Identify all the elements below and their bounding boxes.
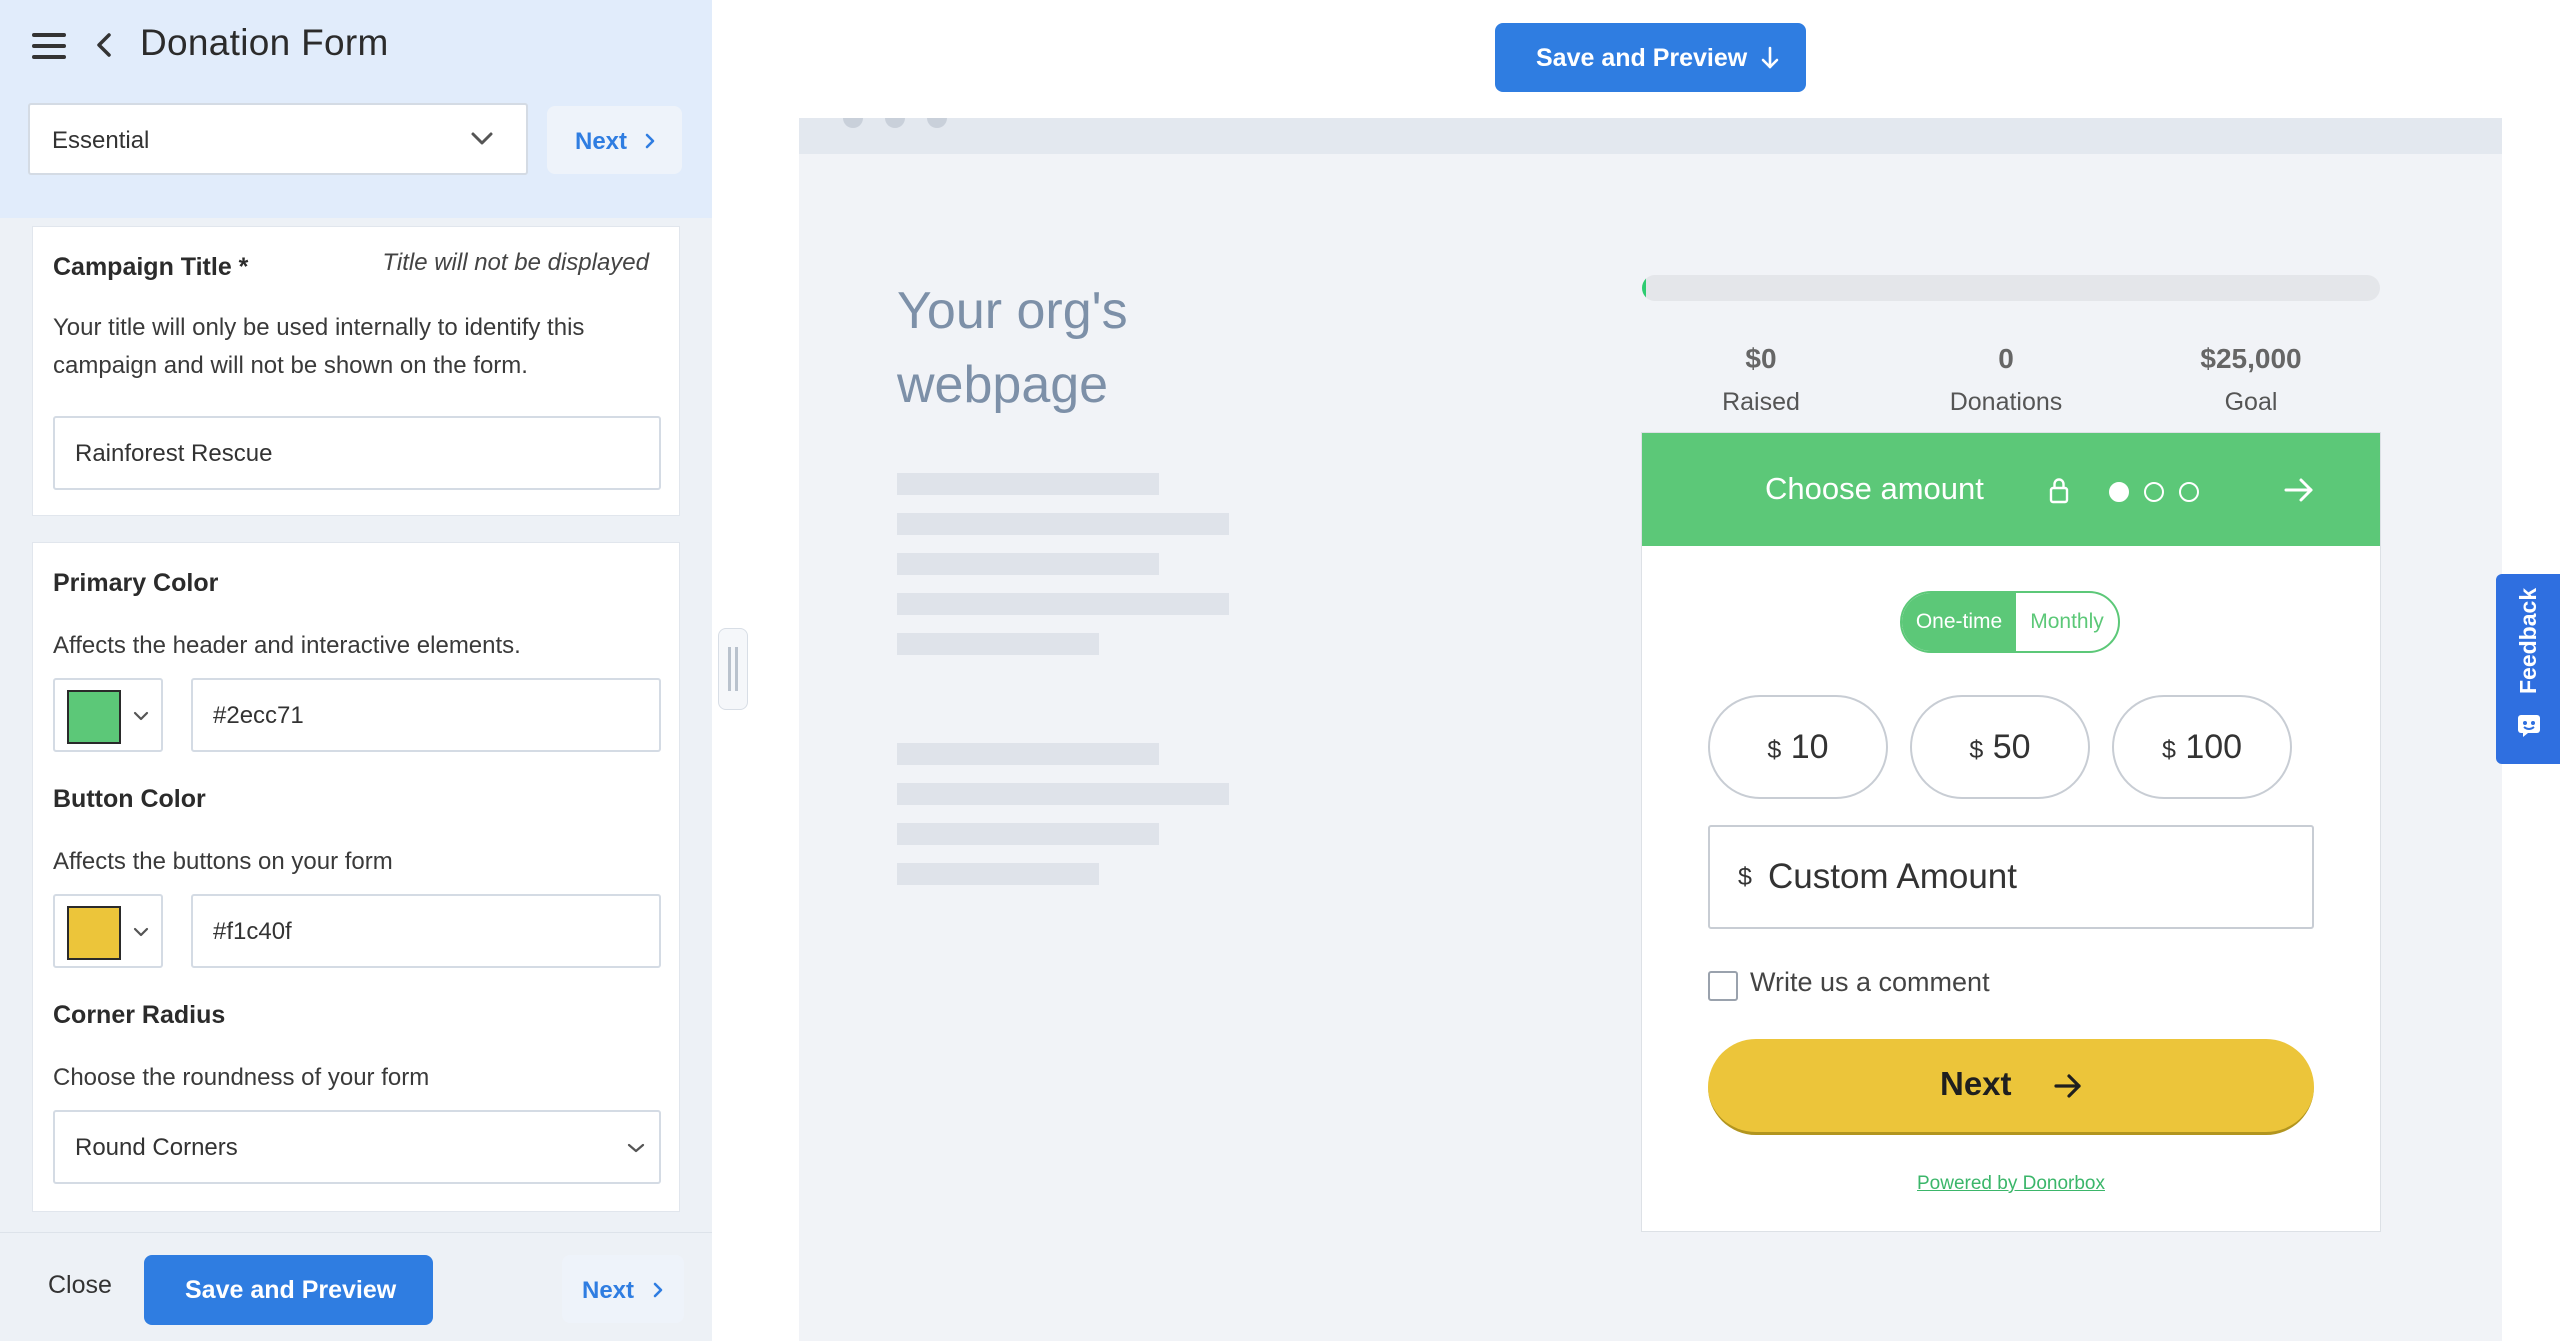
skeleton-line: [897, 633, 1099, 655]
skeleton-line: [897, 473, 1159, 495]
primary-color-input[interactable]: #2ecc71: [191, 678, 661, 752]
preview-browser-frame: Your org's webpage $0 Raised 0 Donations…: [799, 118, 2502, 1341]
chevron-down-icon: [627, 1143, 645, 1153]
button-color-desc: Affects the buttons on your form: [53, 848, 393, 875]
top-save-preview-button[interactable]: Save and Preview: [1495, 23, 1806, 92]
campaign-title-heading: Campaign Title *: [53, 253, 249, 281]
appearance-card: Primary Color Affects the header and int…: [32, 542, 680, 1212]
campaign-title-note: Title will not be displayed: [382, 249, 649, 276]
stat-donations-label: Donations: [1949, 388, 2063, 416]
lock-icon: [2049, 478, 2069, 504]
corner-radius-heading: Corner Radius: [53, 1001, 226, 1029]
button-color-heading: Button Color: [53, 785, 206, 813]
form-step-title: Choose amount: [1765, 471, 1984, 506]
skeleton-line: [897, 513, 1229, 535]
window-dot-icon: [885, 118, 905, 128]
form-next-button[interactable]: Next: [1708, 1039, 2314, 1135]
corner-radius-desc: Choose the roundness of your form: [53, 1064, 430, 1091]
stat-goal-label: Goal: [2224, 388, 2278, 416]
stat-raised-label: Raised: [1722, 388, 1800, 416]
skeleton-line: [897, 863, 1099, 885]
back-chevron-icon[interactable]: [92, 26, 116, 64]
primary-color-desc: Affects the header and interactive eleme…: [53, 632, 521, 659]
top-next-button[interactable]: Next: [547, 106, 682, 174]
corner-radius-select[interactable]: Round Corners: [53, 1110, 661, 1184]
page-title: Donation Form: [140, 22, 389, 63]
arrow-right-icon[interactable]: [2282, 473, 2316, 507]
powered-by-link[interactable]: Powered by Donorbox: [1642, 1173, 2380, 1195]
skeleton-line: [897, 783, 1229, 805]
frequency-one-time[interactable]: One-time: [1902, 593, 2016, 651]
arrow-down-icon: [1761, 46, 1779, 69]
chevron-down-icon: [133, 711, 149, 721]
skeleton-line: [897, 593, 1229, 615]
campaign-title-card: Campaign Title * Title will not be displ…: [32, 226, 680, 516]
plan-select-value: Essential: [52, 127, 150, 154]
custom-amount-input[interactable]: $ Custom Amount: [1708, 825, 2314, 929]
donation-progress-bar: [1642, 275, 2380, 301]
frequency-monthly[interactable]: Monthly: [2016, 593, 2118, 651]
button-color-picker[interactable]: [53, 894, 163, 968]
chevron-down-icon: [471, 132, 493, 145]
form-header: Choose amount: [1642, 433, 2380, 546]
plan-select[interactable]: Essential: [28, 103, 528, 175]
browser-toolbar: [799, 118, 2502, 154]
window-dot-icon: [843, 118, 863, 128]
donation-form: Choose amount One-time Monthly $ 10 $ 50…: [1641, 432, 2381, 1232]
stat-goal-value: $25,000: [2200, 343, 2302, 374]
panel-resize-handle[interactable]: [718, 628, 748, 710]
feedback-icon: [2518, 715, 2540, 737]
comment-checkbox[interactable]: [1708, 971, 1738, 1001]
amount-option-button[interactable]: $ 10: [1708, 695, 1888, 799]
chevron-right-icon: [645, 133, 655, 149]
step-indicator: [2179, 482, 2199, 502]
window-dot-icon: [927, 118, 947, 128]
comment-checkbox-label: Write us a comment: [1750, 967, 1990, 997]
save-preview-button[interactable]: Save and Preview: [144, 1255, 433, 1325]
editor-panel: Donation Form Essential Next Campaign Ti…: [0, 0, 712, 1341]
bottom-next-button[interactable]: Next: [562, 1255, 684, 1323]
custom-amount-placeholder: Custom Amount: [1768, 857, 2017, 896]
frequency-toggle: One-time Monthly: [1900, 591, 2120, 653]
amount-option-button[interactable]: $ 50: [1910, 695, 2090, 799]
campaign-title-desc: Your title will only be used internally …: [53, 314, 585, 379]
close-button[interactable]: Close: [48, 1271, 112, 1300]
editor-header: Donation Form Essential Next: [0, 0, 712, 218]
step-indicator: [2144, 482, 2164, 502]
skeleton-line: [897, 553, 1159, 575]
chevron-down-icon: [133, 927, 149, 937]
button-color-input[interactable]: #f1c40f: [191, 894, 661, 968]
primary-color-swatch: [67, 690, 121, 744]
feedback-tab[interactable]: Feedback: [2496, 574, 2560, 764]
primary-color-picker[interactable]: [53, 678, 163, 752]
step-indicator-active: [2109, 482, 2129, 502]
campaign-title-input[interactable]: Rainforest Rescue: [53, 416, 661, 490]
progress-fill: [1642, 275, 1647, 301]
org-webpage-placeholder: Your org's webpage: [897, 282, 1128, 414]
skeleton-line: [897, 823, 1159, 845]
stat-donations-value: 0: [1998, 343, 2014, 374]
chevron-right-icon: [653, 1282, 663, 1298]
primary-color-heading: Primary Color: [53, 569, 219, 597]
menu-icon[interactable]: [32, 33, 66, 59]
stat-raised-value: $0: [1745, 343, 1777, 374]
amount-option-button[interactable]: $ 100: [2112, 695, 2292, 799]
button-color-swatch: [67, 906, 121, 960]
editor-footer: Close Save and Preview Next: [0, 1232, 712, 1341]
arrow-right-icon: [2054, 1074, 2081, 1098]
skeleton-line: [897, 743, 1159, 765]
